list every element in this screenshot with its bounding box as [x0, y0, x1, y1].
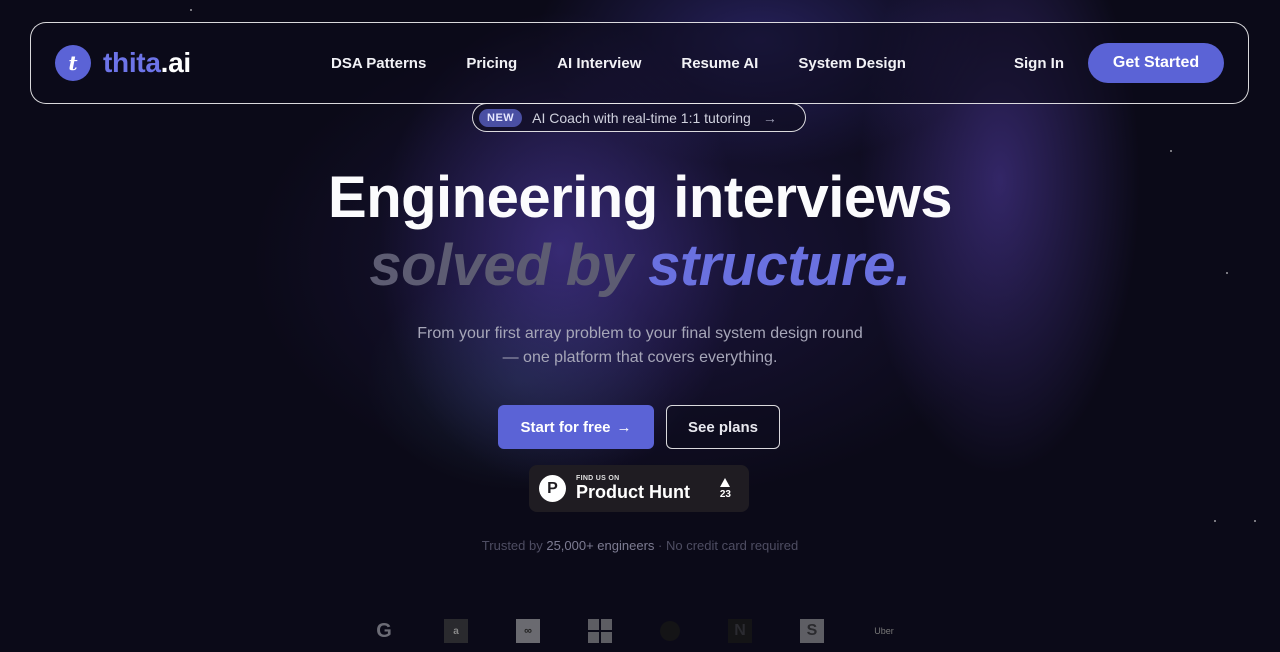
sign-in-link[interactable]: Sign In: [1014, 55, 1064, 72]
trust-suffix: · No credit card required: [654, 538, 799, 553]
apple-logo-icon: [660, 621, 680, 641]
hero-subheading-accent: structure.: [648, 233, 911, 298]
upvote-count: 23: [719, 488, 731, 500]
arrow-right-icon: →: [762, 109, 777, 126]
hero-heading: Engineering interviews: [328, 165, 952, 230]
trust-count: 25,000+ engineers: [546, 538, 655, 553]
announcement-badge[interactable]: NEW AI Coach with real-time 1:1 tutoring…: [472, 103, 806, 132]
hero-description-line1: From your first array problem to your fi…: [417, 325, 863, 342]
hero-description-line2: — one platform that covers everything.: [502, 349, 778, 366]
top-navbar: t thita.ai DSA Patterns Pricing AI Inter…: [30, 22, 1249, 104]
logo-suffix: .ai: [160, 47, 192, 78]
product-hunt-icon: P: [539, 475, 566, 502]
hero-subheading-muted: solved by: [369, 233, 649, 298]
nav-link-pricing[interactable]: Pricing: [466, 55, 517, 72]
trust-line: Trusted by 25,000+ engineers · No credit…: [0, 538, 1280, 553]
nav-link-dsa-patterns[interactable]: DSA Patterns: [331, 55, 426, 72]
company-logos-row: G a ∞ N S Uber: [372, 619, 896, 643]
arrow-right-icon: →: [616, 418, 632, 436]
logo-wordmark: thita.ai: [103, 47, 191, 79]
get-started-button[interactable]: Get Started: [1088, 43, 1224, 83]
nav-links: DSA Patterns Pricing AI Interview Resume…: [331, 55, 1014, 72]
google-logo-icon: G: [376, 619, 392, 642]
see-plans-button[interactable]: See plans: [666, 405, 780, 449]
upvote-triangle-icon: [720, 477, 731, 487]
new-tag: NEW: [479, 108, 523, 127]
stripe-logo-icon: S: [800, 619, 824, 643]
amazon-logo-icon: a: [444, 619, 468, 643]
product-hunt-name: Product Hunt: [576, 482, 690, 502]
trust-prefix: Trusted by: [481, 538, 547, 553]
start-for-free-button[interactable]: Start for free →: [498, 405, 654, 449]
meta-logo-icon: ∞: [516, 619, 540, 643]
brand-logo[interactable]: t thita.ai: [55, 45, 315, 81]
product-hunt-badge[interactable]: P FIND US ON Product Hunt 23: [529, 465, 749, 512]
hero-subheading: solved by structure.: [0, 232, 1280, 299]
product-hunt-caption: FIND US ON: [576, 475, 620, 482]
microsoft-logo-icon: [588, 619, 612, 643]
start-for-free-label: Start for free: [520, 418, 611, 436]
nav-link-system-design[interactable]: System Design: [798, 55, 906, 72]
announcement-text: AI Coach with real-time 1:1 tutoring: [532, 109, 751, 126]
product-hunt-text: FIND US ON Product Hunt: [576, 475, 690, 502]
logo-prefix: thita: [103, 47, 161, 78]
nav-actions: Sign In Get Started: [1014, 43, 1224, 83]
uber-logo-icon: Uber: [874, 626, 894, 636]
hero-description: From your first array problem to your fi…: [0, 322, 1280, 370]
logo-mark-icon: t: [55, 45, 91, 81]
nav-link-resume-ai[interactable]: Resume AI: [681, 55, 758, 72]
netflix-logo-icon: N: [728, 619, 752, 643]
product-hunt-votes: 23: [719, 477, 731, 500]
nav-link-ai-interview[interactable]: AI Interview: [557, 55, 641, 72]
